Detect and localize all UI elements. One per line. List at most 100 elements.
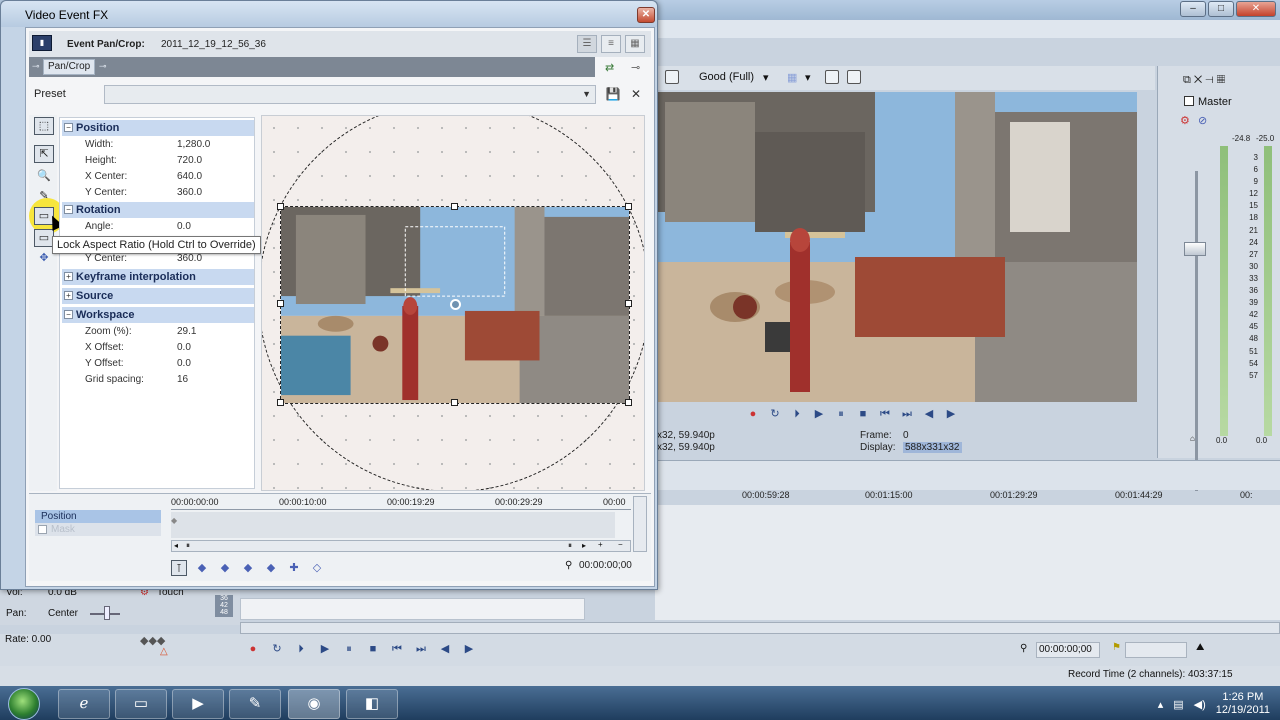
go-to-end-button[interactable]: ⏭	[413, 642, 429, 656]
resize-handle[interactable]	[625, 300, 632, 307]
start-button[interactable]	[8, 688, 40, 720]
prop-row[interactable]: Height: 720.0	[62, 153, 254, 169]
zoom-out-icon[interactable]: −	[618, 540, 623, 549]
copy-frame-icon[interactable]	[825, 70, 839, 84]
select-tool-icon[interactable]: ⇱	[34, 145, 54, 163]
play-button[interactable]: ▶	[811, 407, 827, 421]
resize-handle[interactable]	[277, 399, 284, 406]
stop-button[interactable]: ■	[365, 642, 381, 656]
prop-row[interactable]: Grid spacing: 16	[62, 372, 254, 388]
prop-row[interactable]: Y Offset: 0.0	[62, 356, 254, 372]
save-snapshot-icon[interactable]	[847, 70, 861, 84]
loop-button[interactable]: ↻	[269, 642, 285, 656]
preview-settings-icon[interactable]	[665, 70, 679, 84]
prop-row[interactable]: Zoom (%): 29.1	[62, 324, 254, 340]
go-to-end-button[interactable]: ⏭	[899, 407, 915, 421]
prop-value[interactable]: 0.0	[177, 356, 191, 372]
keyframe-hscroll[interactable]: ◂ ⏸ ⏸ ▸ + −	[171, 540, 631, 552]
selection-time[interactable]	[1125, 642, 1187, 658]
prop-value[interactable]: 0.0	[177, 219, 191, 235]
resize-handle[interactable]	[625, 203, 632, 210]
stretch-to-fill-icon[interactable]: ▭	[34, 229, 54, 247]
plugin-chain-icon[interactable]: ⇄	[605, 61, 614, 74]
zoom-in-icon[interactable]: +	[598, 540, 603, 549]
expand-icon[interactable]: +	[64, 291, 73, 300]
keyframe-lane[interactable]: ◆	[171, 512, 615, 538]
section-keyframe-interpolation[interactable]: + Keyframe interpolation	[62, 269, 254, 285]
next-frame-button[interactable]: ▶	[461, 642, 477, 656]
prev-frame-button[interactable]: ◀	[921, 407, 937, 421]
minimize-button[interactable]: –	[1180, 1, 1206, 17]
master-checkbox[interactable]	[1184, 96, 1194, 106]
view-grid-button[interactable]: ▦	[625, 35, 645, 53]
internet-explorer-icon[interactable]: ℯ	[58, 689, 110, 719]
dialog-close-button[interactable]: ✕	[637, 7, 655, 23]
plugin-remove-icon[interactable]: ⊸	[631, 61, 640, 74]
resize-handle[interactable]	[625, 399, 632, 406]
close-button[interactable]: ✕	[1236, 1, 1276, 17]
resize-handle[interactable]	[451, 203, 458, 210]
play-from-start-button[interactable]: ⏵	[293, 642, 309, 656]
first-keyframe-icon[interactable]: ◆	[194, 560, 210, 576]
prop-row[interactable]: X Center: 640.0	[62, 169, 254, 185]
timeline-hscroll[interactable]	[240, 622, 1280, 634]
cursor-time[interactable]: 00:00:00;00	[1036, 642, 1100, 658]
preset-dropdown[interactable]: ▼	[104, 85, 596, 104]
prop-row[interactable]: Y Center: 360.0	[62, 185, 254, 201]
master-mute-icon[interactable]: ⊘	[1198, 114, 1207, 127]
resize-handle[interactable]	[451, 399, 458, 406]
record-button[interactable]: ●	[745, 407, 761, 421]
view-compact-button[interactable]: ≡	[601, 35, 621, 53]
delete-preset-icon[interactable]: ✕	[628, 86, 644, 102]
stop-button[interactable]: ■	[855, 407, 871, 421]
overlay-dropdown-icon[interactable]: ▾	[805, 71, 811, 84]
keyframe-track-position[interactable]: Position	[35, 510, 161, 523]
prop-row[interactable]: Width: 1,280.0	[62, 137, 254, 153]
media-player-icon[interactable]: ▶	[172, 689, 224, 719]
keyframe-marker-icon[interactable]: ◆	[171, 516, 177, 525]
section-source[interactable]: + Source	[62, 288, 254, 304]
pan-slider[interactable]	[104, 606, 110, 620]
sync-cursor-icon[interactable]: ⊺	[171, 560, 187, 576]
keyframe-track-mask[interactable]: Mask	[35, 523, 161, 536]
section-workspace[interactable]: − Workspace	[62, 307, 254, 323]
maximize-button[interactable]: □	[1208, 1, 1234, 17]
paint-icon[interactable]: ✎	[229, 689, 281, 719]
pan-crop-tab[interactable]: Pan/Crop	[43, 59, 96, 75]
keyframe-vscroll[interactable]	[633, 496, 647, 552]
scroll-thumb-end-icon[interactable]: ⏸	[568, 541, 572, 551]
prop-value[interactable]: 16	[177, 372, 188, 388]
normal-edit-tool-icon[interactable]: ⬚	[34, 117, 54, 135]
clock[interactable]: 1:26 PM 12/19/2011	[1216, 691, 1270, 717]
play-from-start-button[interactable]: ⏵	[789, 407, 805, 421]
pan-crop-workspace[interactable]	[261, 115, 645, 491]
collapse-icon[interactable]: −	[64, 205, 73, 214]
last-keyframe-icon[interactable]: ◆	[263, 560, 279, 576]
pause-button[interactable]: ⏸	[341, 642, 357, 656]
keyframe-ruler[interactable]: 00:00:00:00 00:00:10:00 00:00:19:29 00:0…	[171, 496, 631, 510]
prop-value[interactable]: 360.0	[177, 185, 202, 201]
prop-row[interactable]: X Offset: 0.0	[62, 340, 254, 356]
record-button[interactable]: ●	[245, 642, 261, 656]
collapse-icon[interactable]: −	[64, 123, 73, 132]
prop-value[interactable]: 640.0	[177, 169, 202, 185]
pause-button[interactable]: ⏸	[833, 407, 849, 421]
recorder-icon[interactable]: ◧	[346, 689, 398, 719]
mask-checkbox[interactable]	[38, 525, 47, 534]
move-freely-icon[interactable]: ✥	[34, 249, 54, 267]
resize-handle[interactable]	[277, 300, 284, 307]
keyframe-cursor-time[interactable]: 00:00:00;00	[579, 560, 632, 571]
resize-handle[interactable]	[277, 203, 284, 210]
prop-value[interactable]: 29.1	[177, 324, 196, 340]
preview-quality-select[interactable]: Good (Full)	[699, 71, 754, 83]
view-list-button[interactable]: ☰	[577, 35, 597, 53]
delete-keyframe-icon[interactable]: ◇	[309, 560, 325, 576]
prev-frame-button[interactable]: ◀	[437, 642, 453, 656]
network-icon[interactable]: ▤	[1173, 698, 1183, 711]
fx-chain-icon[interactable]: ▮	[32, 35, 52, 51]
prop-row[interactable]: Angle: 0.0	[62, 219, 254, 235]
loop-button[interactable]: ↻	[767, 407, 783, 421]
prop-value[interactable]: 720.0	[177, 153, 202, 169]
quality-dropdown-icon[interactable]: ▾	[763, 71, 769, 84]
scroll-left-icon[interactable]: ◂	[174, 541, 178, 550]
